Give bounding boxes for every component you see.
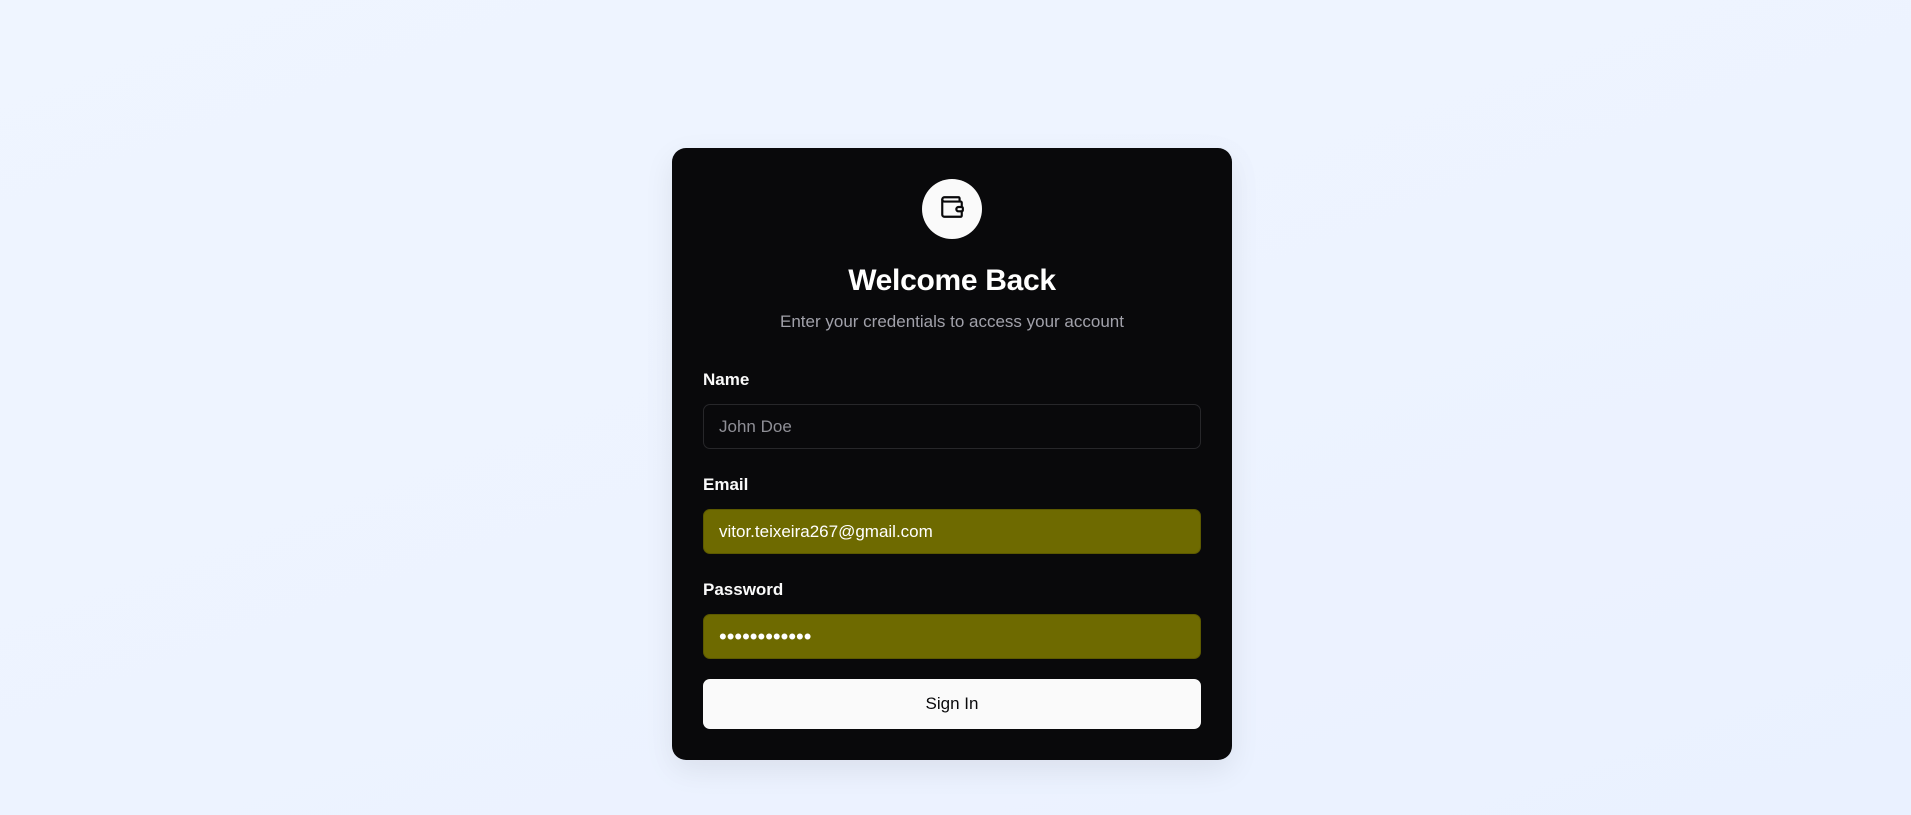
page-subtitle: Enter your credentials to access your ac… xyxy=(780,312,1124,331)
page-title: Welcome Back xyxy=(848,264,1056,297)
wallet-icon xyxy=(939,194,965,225)
email-field[interactable] xyxy=(703,509,1201,554)
password-label: Password xyxy=(703,580,784,599)
sign-in-button[interactable]: Sign In xyxy=(703,679,1201,729)
password-field[interactable] xyxy=(703,614,1201,659)
login-card: Welcome Back Enter your credentials to a… xyxy=(672,148,1232,760)
email-label: Email xyxy=(703,475,749,494)
logo-badge xyxy=(922,179,982,239)
name-field[interactable] xyxy=(703,404,1201,449)
name-label: Name xyxy=(703,370,750,389)
